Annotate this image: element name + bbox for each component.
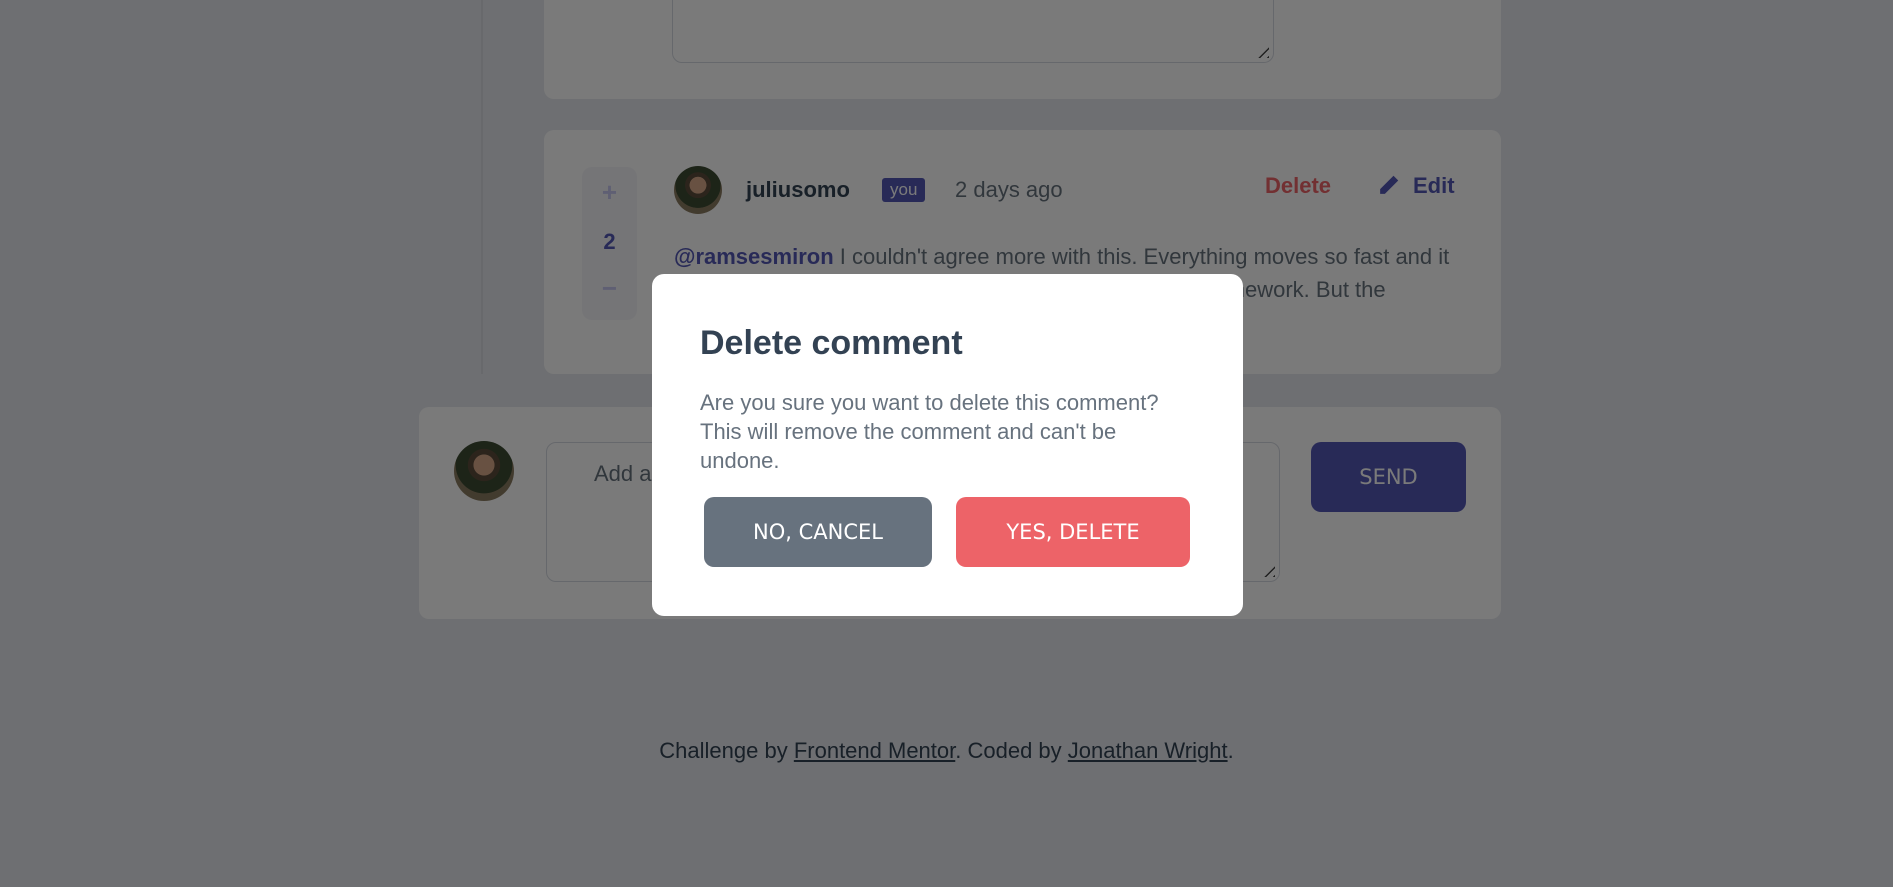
current-user-avatar [454,441,514,501]
cancel-button[interactable]: NO, CANCEL [704,497,932,567]
footer-suffix: . [1227,738,1234,763]
timestamp: 2 days ago [955,177,1063,202]
pencil-icon [1380,175,1399,196]
avatar [674,166,722,214]
reply-textarea[interactable] [672,0,1274,63]
confirm-delete-button[interactable]: YES, DELETE [956,497,1190,567]
author-link[interactable]: Jonathan Wright [1068,738,1228,763]
score: 2 [603,229,616,254]
resize-handle[interactable] [1259,561,1275,577]
resize-handle[interactable] [1253,42,1269,58]
edit-label: Edit [1413,173,1455,198]
minus-icon[interactable]: − [582,273,637,304]
you-badge: you [882,178,926,202]
send-button[interactable]: SEND [1311,442,1466,512]
footer-prefix: Challenge by [659,738,794,763]
reply-form-card [544,0,1501,99]
reply-thread-line [481,0,483,374]
delete-button[interactable]: Delete [1265,173,1331,199]
edit-button[interactable]: Edit [1377,173,1455,199]
footer-middle: . Coded by [955,738,1068,763]
username: juliusomo [746,177,850,202]
mention-link[interactable]: @ramsesmiron [674,244,834,269]
frontend-mentor-link[interactable]: Frontend Mentor [794,738,955,763]
delete-modal: Delete comment Are you sure you want to … [652,274,1243,616]
footer-attribution: Challenge by Frontend Mentor. Coded by J… [0,738,1893,764]
plus-icon[interactable]: + [582,177,637,208]
vote-counter: + 2 − [582,167,637,320]
modal-message: Are you sure you want to delete this com… [700,390,1159,473]
modal-title: Delete comment [700,324,963,362]
